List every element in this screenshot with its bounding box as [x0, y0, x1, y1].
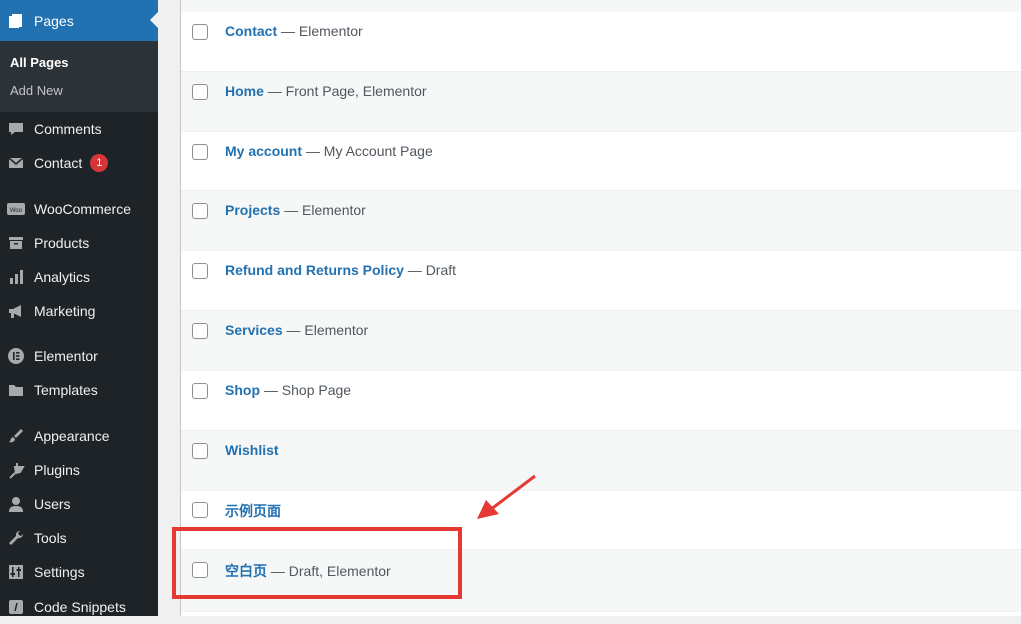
sidebar-item-label: Tools	[34, 530, 67, 546]
sidebar-item-settings[interactable]: Settings	[0, 555, 158, 589]
current-menu-arrow	[150, 12, 158, 28]
page-state: — Elementor	[282, 322, 369, 338]
row-checkbox[interactable]	[192, 323, 208, 339]
sidebar-item-label: Pages	[34, 12, 74, 29]
page-title-link[interactable]: Shop	[225, 382, 260, 398]
sidebar-item-label: Contact	[34, 155, 83, 171]
previous-row-edge	[181, 0, 1021, 12]
sidebar-item-plugins[interactable]: Plugins	[0, 453, 158, 487]
pages-submenu: All Pages Add New	[0, 41, 158, 112]
page-title-link[interactable]: Contact	[225, 23, 277, 39]
svg-text:Woo: Woo	[10, 208, 23, 214]
code-icon	[6, 597, 26, 617]
comment-icon	[6, 119, 26, 139]
page-state: — Draft	[403, 262, 457, 278]
sidebar-item-label: Marketing	[34, 303, 96, 319]
sidebar-item-templates[interactable]: Templates	[0, 373, 158, 407]
highlight-annotation-box	[172, 527, 462, 599]
page-title-link[interactable]: Projects	[225, 202, 280, 218]
row-checkbox[interactable]	[192, 144, 208, 160]
page-title-link[interactable]: Wishlist	[225, 442, 279, 458]
page-title-link[interactable]: My account	[225, 143, 302, 159]
sidebar-item-label: Plugins	[34, 462, 80, 478]
elementor-icon	[6, 346, 26, 366]
sidebar-item-label: Code Snippets	[34, 599, 126, 615]
page-title-cell: My account — My Account Page	[225, 143, 433, 159]
wrench-icon	[6, 528, 26, 548]
page-title-cell: Wishlist	[225, 442, 279, 458]
page-title-cell: Home — Front Page, Elementor	[225, 83, 427, 99]
page-state: — Front Page, Elementor	[263, 83, 427, 99]
page-state: — My Account Page	[302, 143, 433, 159]
sidebar-item-users[interactable]: Users	[0, 487, 158, 521]
row-checkbox[interactable]	[192, 263, 208, 279]
row-checkbox[interactable]	[192, 24, 208, 40]
page-title-cell: 示例页面	[225, 501, 281, 521]
row-checkbox[interactable]	[192, 84, 208, 100]
sidebar-item-appearance[interactable]: Appearance	[0, 419, 158, 453]
sidebar-item-label: Analytics	[34, 269, 91, 285]
page-title-cell: Contact — Elementor	[225, 23, 363, 39]
row-checkbox[interactable]	[192, 502, 208, 518]
table-row: Home — Front Page, Elementor	[181, 72, 1021, 132]
row-checkbox[interactable]	[192, 203, 208, 219]
table-row: Refund and Returns Policy — Draft	[181, 251, 1021, 311]
row-checkbox[interactable]	[192, 443, 208, 459]
submenu-add-new[interactable]: Add New	[10, 83, 63, 98]
sidebar-item-elementor[interactable]: Elementor	[0, 339, 158, 373]
sidebar-item-marketing[interactable]: Marketing	[0, 294, 158, 328]
page-state: — Elementor	[277, 23, 363, 39]
table-row: Shop — Shop Page	[181, 371, 1021, 431]
page-title-cell: Services — Elementor	[225, 322, 368, 338]
sidebar-item-woocommerce[interactable]: Woo WooCommerce	[0, 192, 158, 226]
sidebar-item-label: Comments	[34, 121, 102, 137]
paintbrush-icon	[6, 426, 26, 446]
row-checkbox[interactable]	[192, 383, 208, 399]
submenu-all-pages[interactable]: All Pages	[10, 55, 69, 70]
sidebar-item-label: Templates	[34, 382, 98, 398]
folder-icon	[6, 380, 26, 400]
pages-list-table: Contact — Elementor Home — Front Page, E…	[180, 0, 1021, 616]
page-state: — Shop Page	[260, 382, 352, 398]
page-title-link[interactable]: Refund and Returns Policy	[225, 262, 404, 278]
table-row: My account — My Account Page	[181, 132, 1021, 191]
admin-sidebar: Pages All Pages Add New Comments Contact…	[0, 0, 158, 616]
sidebar-item-label: WooCommerce	[34, 201, 131, 217]
settings-sliders-icon	[6, 562, 26, 582]
megaphone-icon	[6, 301, 26, 321]
page-title-link[interactable]: Home	[225, 83, 264, 99]
sidebar-item-products[interactable]: Products	[0, 226, 158, 260]
woocommerce-icon: Woo	[6, 199, 26, 219]
sidebar-item-comments[interactable]: Comments	[0, 112, 158, 146]
archive-icon	[6, 233, 26, 253]
sidebar-item-label: Elementor	[34, 348, 98, 364]
sidebar-item-tools[interactable]: Tools	[0, 521, 158, 555]
page-state: — Elementor	[280, 202, 366, 218]
envelope-icon	[6, 153, 26, 173]
sidebar-item-label: Settings	[34, 564, 85, 580]
table-row: Contact — Elementor	[181, 12, 1021, 72]
pages-icon	[6, 11, 26, 31]
sidebar-item-analytics[interactable]: Analytics	[0, 260, 158, 294]
page-title-cell: Shop — Shop Page	[225, 382, 351, 398]
page-title-cell: Projects — Elementor	[225, 202, 366, 218]
table-row: Services — Elementor	[181, 311, 1021, 371]
table-row: Wishlist	[181, 431, 1021, 491]
sidebar-item-label: Users	[34, 496, 71, 512]
bar-chart-icon	[6, 267, 26, 287]
main-content: Contact — Elementor Home — Front Page, E…	[158, 0, 1021, 616]
sidebar-item-contact[interactable]: Contact 1	[0, 146, 158, 180]
page-title-link[interactable]: 示例页面	[225, 503, 281, 519]
page-title-cell: Refund and Returns Policy — Draft	[225, 262, 456, 278]
notification-badge: 1	[90, 154, 109, 172]
sidebar-item-code-snippets[interactable]: Code Snippets	[0, 590, 158, 624]
table-row: Projects — Elementor	[181, 191, 1021, 251]
sidebar-item-label: Products	[34, 235, 90, 251]
page-title-link[interactable]: Services	[225, 322, 283, 338]
plug-icon	[6, 460, 26, 480]
sidebar-item-pages[interactable]: Pages	[0, 0, 158, 41]
sidebar-item-label: Appearance	[34, 428, 110, 444]
user-icon	[6, 494, 26, 514]
